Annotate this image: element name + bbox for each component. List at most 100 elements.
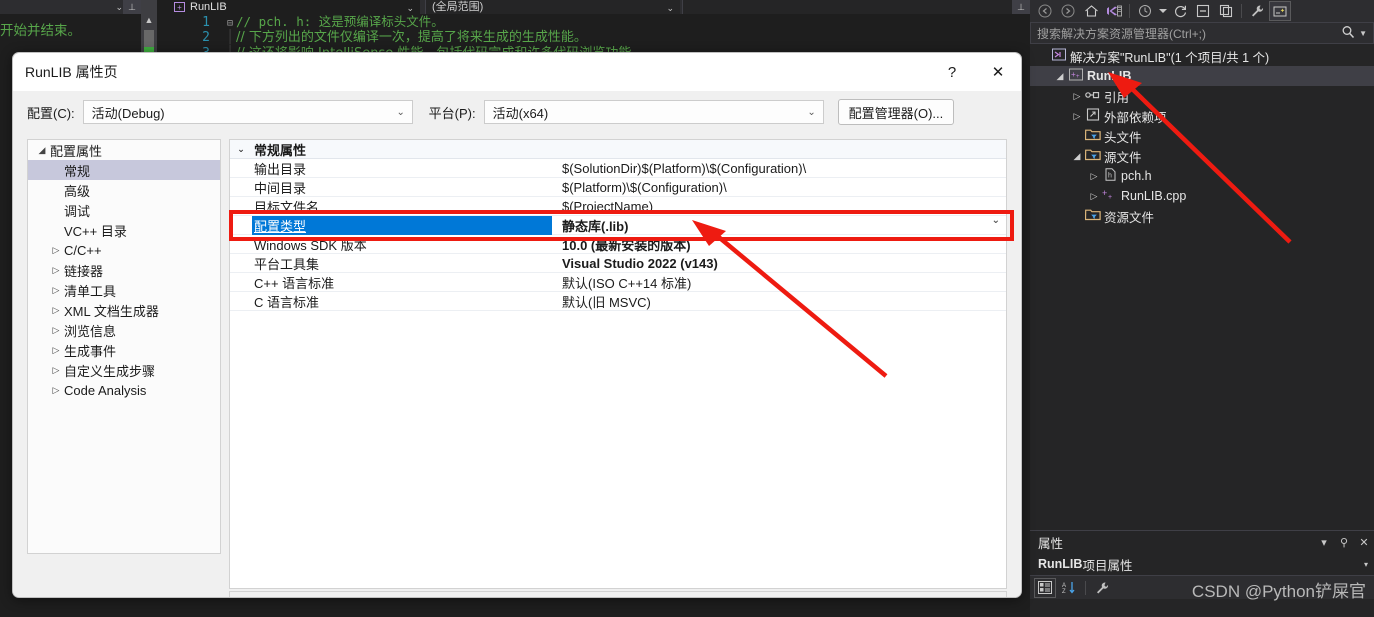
dialog-category-item[interactable]: ▷ 链接器 [28, 260, 220, 280]
forward-icon[interactable] [1057, 1, 1079, 21]
platform-combo[interactable]: 活动(x64) ⌄ [483, 100, 824, 124]
dialog-category-item[interactable]: ▷ 生成事件 [28, 340, 220, 360]
help-button[interactable]: ? [929, 53, 975, 91]
solution-tree-item[interactable]: ▷ 引用 [1030, 86, 1374, 106]
solution-tree-item[interactable]: ◢ + + RunLIB [1030, 66, 1374, 86]
chevron-down-icon[interactable]: ⌄ [406, 1, 414, 14]
configuration-combo[interactable]: 活动(Debug) ⌄ [82, 100, 413, 124]
close-button[interactable]: ✕ [975, 53, 1021, 91]
property-pages-wrench-icon[interactable] [1091, 578, 1113, 598]
refresh-icon[interactable] [1169, 1, 1191, 21]
collapsed-twisty-icon[interactable]: ▷ [48, 365, 64, 376]
dialog-category-item[interactable]: ▷ 浏览信息 [28, 320, 220, 340]
pending-changes-icon[interactable] [1134, 1, 1156, 21]
configuration-manager-button[interactable]: 配置管理器(O)... [837, 99, 955, 125]
pin-icon[interactable]: ⚲ [1334, 536, 1354, 549]
collapsed-twisty-icon[interactable]: ▷ [1070, 91, 1084, 102]
property-value[interactable]: 静态库(.lib) ⌄ [552, 216, 1006, 235]
property-row[interactable]: 目标文件名 $(ProjectName) [230, 197, 1006, 216]
expanded-twisty-icon[interactable]: ◢ [1053, 71, 1067, 82]
collapsed-twisty-icon[interactable]: ▷ [48, 345, 64, 356]
property-pages-dialog: RunLIB 属性页 ? ✕ 配置(C): 活动(Debug) ⌄ 平台(P):… [12, 52, 1022, 598]
dialog-category-item[interactable]: ◢ 配置属性 [28, 140, 220, 160]
property-row[interactable]: 输出目录 $(SolutionDir)$(Platform)\$(Configur… [230, 159, 1006, 178]
collapsed-twisty-icon[interactable]: ▷ [48, 265, 64, 276]
property-grid[interactable]: ⌄ 常规属性 输出目录 $(SolutionDir)$(Platform)\$(Con… [229, 139, 1007, 589]
solution-tree-item[interactable]: 资源文件 [1030, 206, 1374, 226]
dialog-category-item[interactable]: ▷ C/C++ [28, 240, 220, 260]
dialog-category-item[interactable]: VC++ 目录 [28, 220, 220, 240]
property-value[interactable]: 默认(ISO C++14 标准) [552, 273, 1006, 292]
chevron-down-icon[interactable]: ▾ [1358, 560, 1374, 569]
chevron-down-icon[interactable]: ⌄ [992, 216, 1000, 226]
alphabetical-sort-icon[interactable]: AZ [1058, 578, 1080, 598]
chevron-down-icon[interactable]: ⌄ [801, 107, 823, 118]
property-value-text: 静态库(.lib) [562, 218, 629, 234]
property-row[interactable]: 配置类型 静态库(.lib) ⌄ [230, 215, 1006, 235]
chevron-down-icon[interactable]: ⌄ [666, 1, 674, 15]
property-row[interactable]: 中间目录 $(Platform)\$(Configuration)\ [230, 178, 1006, 197]
search-input[interactable]: 搜索解决方案资源管理器(Ctrl+;) [1031, 25, 1341, 42]
collapsed-twisty-icon[interactable]: ▷ [48, 385, 64, 396]
dropdown-icon[interactable] [1157, 1, 1168, 21]
property-value[interactable]: $(ProjectName) [552, 199, 1006, 214]
solution-tree-item[interactable]: 解决方案"RunLIB"(1 个项目/共 1 个) [1030, 46, 1374, 66]
collapsed-twisty-icon[interactable]: ▷ [1087, 191, 1101, 202]
left-panel-text: 开始并结束。 [0, 23, 81, 39]
categorized-icon[interactable] [1034, 577, 1056, 598]
collapse-all-icon[interactable] [1192, 1, 1214, 21]
solution-tree-item[interactable]: ◢ 源文件 [1030, 146, 1374, 166]
collapsed-twisty-icon[interactable]: ▷ [48, 245, 64, 256]
editor-scope-combo[interactable]: (全局范围) ⌄ [425, 0, 680, 14]
solution-tree-item[interactable]: ▷ + + RunLIB.cpp [1030, 186, 1374, 206]
pin-icon[interactable]: ⊥ [123, 0, 141, 14]
left-panel-scrollbar[interactable]: ▲ [141, 0, 157, 60]
solution-tree-item[interactable]: 头文件 [1030, 126, 1374, 146]
chevron-down-icon[interactable]: ⌄ [390, 107, 412, 118]
chevron-down-icon[interactable]: ⌄ [115, 2, 123, 13]
chevron-down-icon[interactable]: ▼ [1359, 29, 1373, 38]
scroll-up-icon[interactable]: ▲ [141, 12, 157, 28]
property-row[interactable]: C 语言标准 默认(旧 MSVC) [230, 292, 1006, 311]
preview-selected-items-icon[interactable] [1269, 1, 1291, 21]
properties-wrench-icon[interactable] [1246, 1, 1268, 21]
expanded-twisty-icon[interactable]: ⌄ [230, 144, 252, 155]
dialog-category-item[interactable]: ▷ Code Analysis [28, 380, 220, 400]
property-value[interactable]: 10.0 (最新安装的版本) [552, 235, 1006, 254]
vs-logo-icon[interactable] [1103, 1, 1125, 21]
property-row[interactable]: C++ 语言标准 默认(ISO C++14 标准) [230, 273, 1006, 292]
dialog-category-tree[interactable]: ◢ 配置属性 常规 高级 调试 VC++ 目录 ▷ C/C++ ▷ 链接器 ▷ 清单工具 ▷ XML 文档… [27, 139, 221, 554]
collapsed-twisty-icon[interactable]: ▷ [1070, 111, 1084, 122]
chevron-down-icon[interactable]: ▾ [1314, 536, 1334, 549]
dialog-category-item[interactable]: ▷ 清单工具 [28, 280, 220, 300]
property-row[interactable]: Windows SDK 版本 10.0 (最新安装的版本) [230, 235, 1006, 254]
property-value[interactable]: $(Platform)\$(Configuration)\ [552, 180, 1006, 195]
collapsed-twisty-icon[interactable]: ▷ [48, 305, 64, 316]
solution-explorer-tree[interactable]: 解决方案"RunLIB"(1 个项目/共 1 个) ◢ + + RunLIB ▷ 引用 ▷ 外部… [1030, 46, 1374, 530]
close-icon[interactable]: ✕ [1354, 536, 1374, 549]
back-icon[interactable] [1034, 1, 1056, 21]
pin-icon[interactable]: ⊥ [1012, 0, 1030, 14]
property-value[interactable]: Visual Studio 2022 (v143) [552, 256, 1006, 271]
dialog-category-item[interactable]: 高级 [28, 180, 220, 200]
search-icon[interactable] [1341, 25, 1359, 42]
collapsed-twisty-icon[interactable]: ▷ [48, 325, 64, 336]
property-group-header[interactable]: ⌄ 常规属性 [230, 140, 1006, 159]
property-value[interactable]: 默认(旧 MSVC) [552, 292, 1006, 311]
collapsed-twisty-icon[interactable]: ▷ [1087, 171, 1101, 182]
home-icon[interactable] [1080, 1, 1102, 21]
solution-explorer-search[interactable]: 搜索解决方案资源管理器(Ctrl+;) ▼ [1030, 22, 1374, 44]
show-all-files-icon[interactable] [1215, 1, 1237, 21]
dialog-category-item[interactable]: 调试 [28, 200, 220, 220]
expanded-twisty-icon[interactable]: ◢ [1070, 151, 1084, 162]
collapsed-twisty-icon[interactable]: ▷ [48, 285, 64, 296]
solution-tree-item[interactable]: ▷ h pch.h [1030, 166, 1374, 186]
dialog-category-item[interactable]: ▷ 自定义生成步骤 [28, 360, 220, 380]
dialog-category-item[interactable]: 常规 [28, 160, 220, 180]
solution-tree-item[interactable]: ▷ 外部依赖项 [1030, 106, 1374, 126]
property-value[interactable]: $(SolutionDir)$(Platform)\$(Configuratio… [552, 161, 1006, 176]
property-row[interactable]: 平台工具集 Visual Studio 2022 (v143) [230, 254, 1006, 273]
editor-tab-runlib[interactable]: + RunLIB ⌄ [170, 0, 420, 14]
dialog-category-item[interactable]: ▷ XML 文档生成器 [28, 300, 220, 320]
expanded-twisty-icon[interactable]: ◢ [34, 145, 50, 156]
